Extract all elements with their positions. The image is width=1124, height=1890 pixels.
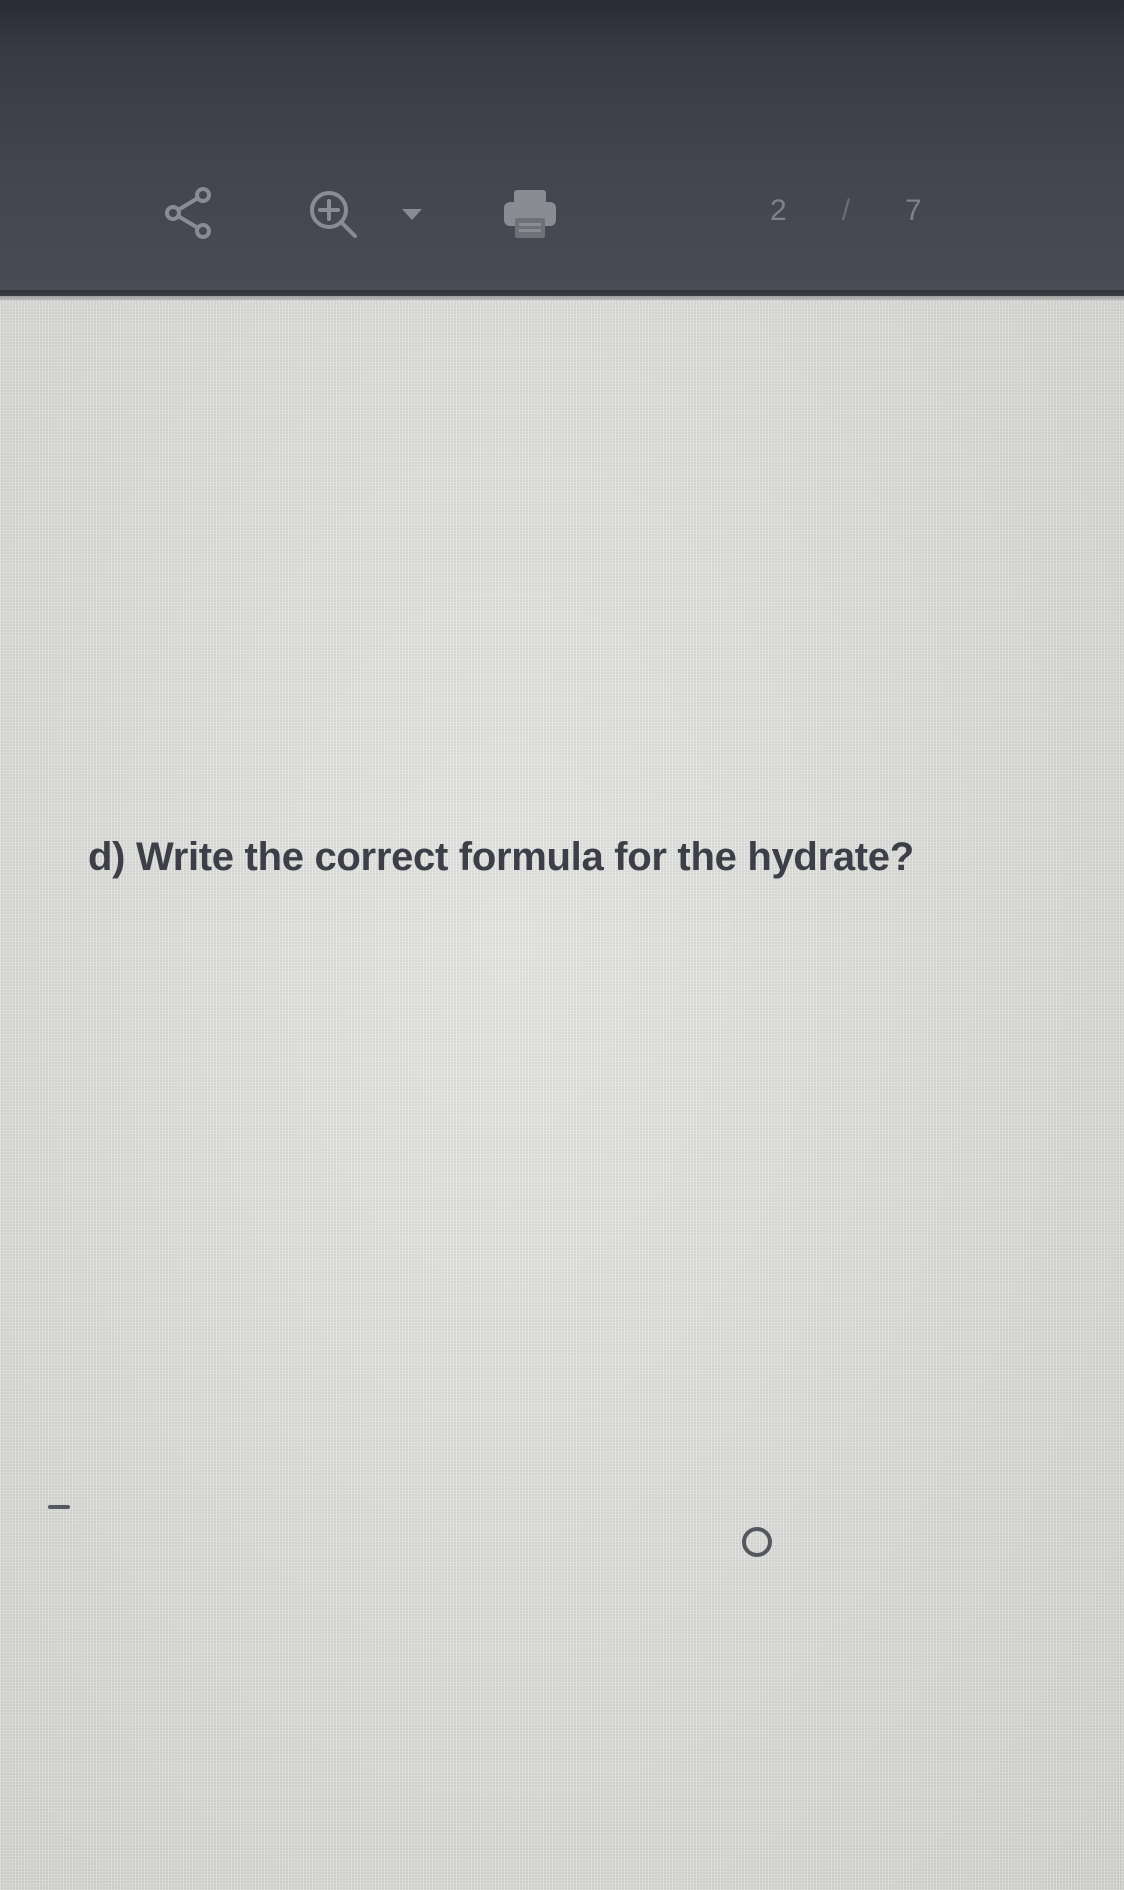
mouse-cursor-mark [48,1505,70,1509]
chevron-down-icon [402,209,422,220]
zoom-in-button[interactable] [305,186,361,242]
question-text: d) Write the correct formula for the hyd… [88,835,914,879]
page-total: 7 [905,194,923,227]
pdf-viewer: 2 / 7 d) Write the correct formula for t… [0,0,1124,1890]
answer-radio-button[interactable] [742,1527,772,1557]
zoom-options-dropdown[interactable] [398,203,426,225]
page-current[interactable]: 2 [770,194,788,228]
share-icon [165,187,211,239]
viewer-toolbar: 2 / 7 [0,0,1124,296]
share-button[interactable] [163,186,217,240]
zoom-in-icon [310,191,357,238]
printer-icon [504,190,556,238]
page-indicator: 2 / 7 [770,194,923,228]
print-button[interactable] [500,186,560,242]
page-separator: / [841,194,852,227]
document-page: d) Write the correct formula for the hyd… [0,300,1124,1890]
